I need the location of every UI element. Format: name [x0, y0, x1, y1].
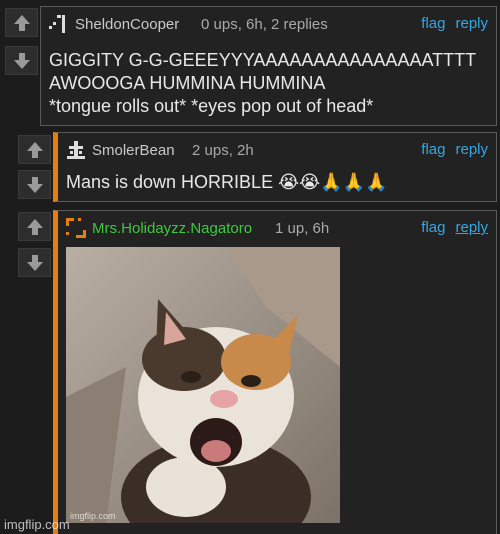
image-watermark: imgflip.com — [70, 511, 116, 521]
upvote-button[interactable] — [5, 8, 38, 37]
arrow-down-icon — [13, 52, 30, 69]
arrow-up-icon — [26, 141, 43, 158]
comment-image[interactable]: imgflip.com — [66, 247, 340, 523]
comment-line: GIGGITY G-G-GEEEYYYAAAAAAAAAAAAAAATTTT — [49, 50, 477, 70]
comment-header: SheldonCooper 0 ups, 6h, 2 replies flag r… — [49, 13, 488, 35]
comment-actions: flag reply — [411, 15, 488, 32]
comment-meta: 0 ups, 6h, 2 replies — [201, 16, 328, 33]
downvote-button[interactable] — [18, 170, 51, 199]
arrow-up-icon — [26, 218, 43, 235]
avatar — [67, 141, 85, 159]
reply-link[interactable]: reply — [455, 219, 488, 236]
comment-body: GIGGITY G-G-GEEEYYYAAAAAAAAAAAAAAATTTT A… — [49, 49, 488, 118]
reply-link[interactable]: reply — [455, 141, 488, 158]
avatar — [49, 15, 65, 33]
comment-box: Mrs.Holidayzz.Nagatoro 1 up, 6h flag repl… — [53, 210, 497, 534]
comment-box: SmolerBean 2 ups, 2h flag reply Mans is d… — [53, 132, 497, 202]
username[interactable]: SheldonCooper — [75, 16, 179, 33]
downvote-button[interactable] — [5, 46, 38, 75]
arrow-down-icon — [26, 254, 43, 271]
upvote-button[interactable] — [18, 212, 51, 241]
avatar — [66, 218, 86, 238]
arrow-down-icon — [26, 176, 43, 193]
upvote-button[interactable] — [18, 135, 51, 164]
comment-meta: 1 up, 6h — [275, 220, 330, 237]
comment-line: AWOOOGA HUMMINA HUMMINA — [49, 73, 326, 93]
comment-meta: 2 ups, 2h — [192, 142, 254, 159]
comment-line: *tongue rolls out* *eyes pop out of head… — [49, 96, 374, 116]
flag-link[interactable]: flag — [421, 15, 445, 32]
comment-header: Mrs.Holidayzz.Nagatoro 1 up, 6h flag repl… — [66, 217, 488, 239]
comment-actions: flag reply — [411, 219, 488, 236]
comment-header: SmolerBean 2 ups, 2h flag reply — [66, 139, 488, 161]
arrow-up-icon — [13, 14, 30, 31]
comment-actions: flag reply — [411, 141, 488, 158]
username[interactable]: Mrs.Holidayzz.Nagatoro — [92, 220, 252, 237]
page-watermark: imgflip.com — [4, 517, 70, 532]
flag-link[interactable]: flag — [421, 219, 445, 236]
comment-box: SheldonCooper 0 ups, 6h, 2 replies flag r… — [40, 6, 497, 126]
cat-photo — [66, 247, 340, 523]
reply-link[interactable]: reply — [455, 15, 488, 32]
downvote-button[interactable] — [18, 248, 51, 277]
comment-body: Mans is down HORRIBLE 😭😭🙏🙏🙏 — [66, 172, 388, 192]
flag-link[interactable]: flag — [421, 141, 445, 158]
username[interactable]: SmolerBean — [92, 142, 175, 159]
